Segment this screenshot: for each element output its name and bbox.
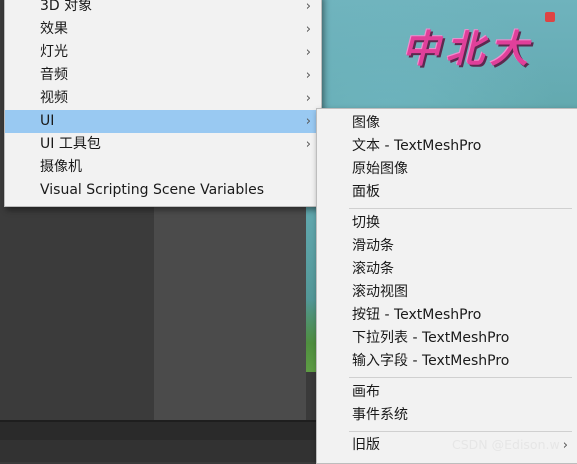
menu-item-label: 切换: [352, 215, 380, 231]
chevron-right-icon: ›: [305, 45, 311, 60]
menu-item-label: 画布: [352, 384, 380, 400]
menu-item-light[interactable]: 灯光 ›: [5, 41, 321, 64]
menu-item-audio[interactable]: 音频 ›: [5, 64, 321, 87]
submenu-item-toggle[interactable]: 切换: [317, 212, 577, 235]
menu-item-label: 灯光: [40, 44, 68, 60]
scene-marker-icon: [545, 12, 555, 22]
submenu-item-image[interactable]: 图像: [317, 112, 577, 135]
submenu-item-canvas[interactable]: 画布: [317, 381, 577, 404]
submenu-item-slider[interactable]: 滑动条: [317, 235, 577, 258]
menu-item-label: 输入字段 - TextMeshPro: [352, 353, 510, 369]
chevron-right-icon: ›: [305, 137, 311, 152]
menu-separator: [349, 377, 572, 378]
submenu-item-text-tmp[interactable]: 文本 - TextMeshPro: [317, 135, 577, 158]
menu-item-label: 事件系统: [352, 407, 408, 423]
menu-item-effects[interactable]: 效果 ›: [5, 18, 321, 41]
menu-item-video[interactable]: 视频 ›: [5, 87, 321, 110]
chevron-right-icon: ›: [562, 438, 568, 453]
chevron-right-icon: ›: [305, 0, 311, 14]
submenu-item-scroll-view[interactable]: 滚动视图: [317, 281, 577, 304]
menu-item-label: 旧版: [352, 437, 380, 453]
menu-item-visual-scripting-scene-variables[interactable]: Visual Scripting Scene Variables: [5, 179, 321, 202]
menu-item-label: Visual Scripting Scene Variables: [40, 182, 265, 198]
chevron-right-icon: ›: [305, 68, 311, 83]
menu-item-3d-object[interactable]: 3D 对象 ›: [5, 0, 321, 18]
ui-submenu: 图像 文本 - TextMeshPro 原始图像 面板 切换 滑动条 滚动条 滚…: [316, 108, 577, 464]
menu-separator: [349, 431, 572, 432]
menu-item-label: 摄像机: [40, 159, 82, 175]
chevron-right-icon: ›: [305, 114, 311, 129]
menu-item-label: UI: [40, 113, 55, 129]
submenu-item-raw-image[interactable]: 原始图像: [317, 158, 577, 181]
menu-item-label: 原始图像: [352, 161, 408, 177]
menu-item-label: UI 工具包: [40, 136, 101, 152]
menu-item-ui[interactable]: UI ›: [5, 110, 321, 133]
menu-item-label: 3D 对象: [40, 0, 93, 14]
submenu-item-button-tmp[interactable]: 按钮 - TextMeshPro: [317, 304, 577, 327]
submenu-item-panel[interactable]: 面板: [317, 181, 577, 204]
menu-item-label: 音频: [40, 67, 68, 83]
menu-item-label: 滑动条: [352, 238, 394, 254]
submenu-item-event-system[interactable]: 事件系统: [317, 404, 577, 427]
menu-item-label: 滚动视图: [352, 284, 408, 300]
chevron-right-icon: ›: [305, 91, 311, 106]
menu-item-label: 图像: [352, 115, 380, 131]
menu-item-camera[interactable]: 摄像机: [5, 156, 321, 179]
scene-title-text: 中北大: [402, 27, 535, 71]
menu-item-label: 滚动条: [352, 261, 394, 277]
menu-item-label: 视频: [40, 90, 68, 106]
menu-item-label: 按钮 - TextMeshPro: [352, 307, 482, 323]
menu-item-label: 面板: [352, 184, 380, 200]
menu-item-ui-toolkit[interactable]: UI 工具包 ›: [5, 133, 321, 156]
submenu-item-dropdown-tmp[interactable]: 下拉列表 - TextMeshPro: [317, 327, 577, 350]
gameobject-context-menu: 3D 对象 › 效果 › 灯光 › 音频 › 视频 › UI › UI 工具包 …: [4, 0, 322, 207]
menu-item-label: 下拉列表 - TextMeshPro: [352, 330, 510, 346]
submenu-item-input-field-tmp[interactable]: 输入字段 - TextMeshPro: [317, 350, 577, 373]
submenu-item-scrollbar[interactable]: 滚动条: [317, 258, 577, 281]
menu-item-label: 文本 - TextMeshPro: [352, 138, 482, 154]
watermark-text: CSDN @Edison.w: [452, 437, 560, 452]
menu-separator: [349, 208, 572, 209]
chevron-right-icon: ›: [305, 22, 311, 37]
menu-item-label: 效果: [40, 21, 68, 37]
